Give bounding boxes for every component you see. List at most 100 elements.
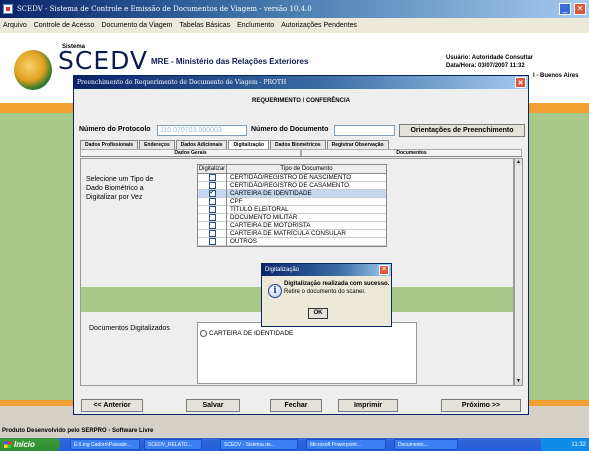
menu-enclumento[interactable]: Enclumento bbox=[237, 22, 274, 29]
user-line: Usuário: Autoridade Consultar bbox=[446, 55, 534, 61]
digitalized-list: CARTEIRA DE IDENTIDADE bbox=[197, 322, 417, 384]
document-row[interactable]: OUTROS bbox=[198, 237, 386, 246]
navigation-bar: << Anterior Salvar Fechar Imprimir Próxi… bbox=[81, 399, 523, 412]
app-icon bbox=[3, 4, 13, 14]
globe-logo-icon bbox=[14, 50, 52, 90]
task-item-relatorio[interactable]: SCEDV_RELATO... bbox=[144, 439, 202, 450]
taskbar: Início E:\Ling Cadorn\Passabr... SCEDV_R… bbox=[0, 438, 589, 451]
digitalized-label: Documentos Digitalizados bbox=[89, 325, 170, 332]
checkbox-cell: ✔ bbox=[198, 189, 227, 198]
protocol-field[interactable]: 110.070703.000003 bbox=[157, 125, 247, 136]
select-instruction: Selecione um Tipo de Dado Biométrico a D… bbox=[86, 176, 154, 201]
menu-autorizacoes[interactable]: Autorizações Pendentes bbox=[281, 22, 357, 29]
start-button[interactable]: Início bbox=[0, 438, 60, 451]
tab-enderecos[interactable]: Endereços bbox=[139, 140, 175, 149]
tab-bar: Dados Profissionais Endereços Dados Adic… bbox=[80, 140, 390, 149]
close-button[interactable]: ✕ bbox=[574, 3, 586, 15]
document-checkbox[interactable] bbox=[208, 214, 216, 221]
org-title: MRE - Ministério das Relações Exteriores bbox=[151, 57, 309, 66]
menu-controle-acesso[interactable]: Controle de Acesso bbox=[34, 22, 95, 29]
start-label: Início bbox=[14, 440, 35, 449]
tab-registrar-observacao[interactable]: Registrar Observação bbox=[326, 140, 389, 149]
subtab-dados-gerais[interactable]: Dados Gerais bbox=[80, 149, 301, 156]
document-type-name: CERTIDÃO/REGISTRO DE CASAMENTO bbox=[230, 182, 350, 189]
document-type-name: CPF bbox=[230, 198, 243, 205]
inner-close-button[interactable]: ✕ bbox=[515, 77, 526, 88]
document-checkbox[interactable] bbox=[208, 198, 216, 205]
document-type-name: DOCUMENTO MILITAR bbox=[230, 214, 298, 221]
task-item-documento[interactable]: Documento... bbox=[394, 439, 458, 450]
document-label: Número do Documento bbox=[251, 126, 329, 133]
requerimento-window: Preenchimento do Requerimento de Documen… bbox=[73, 75, 529, 415]
document-checkbox[interactable] bbox=[208, 230, 216, 237]
subtab-documentos[interactable]: Documentos bbox=[301, 149, 522, 156]
checkbox-cell bbox=[198, 205, 227, 214]
digitalization-dialog: Digitalização ✕ i Digitalização realizad… bbox=[261, 263, 392, 327]
tab-dados-profissionais[interactable]: Dados Profissionais bbox=[80, 140, 139, 149]
minimize-button[interactable]: _ bbox=[559, 3, 571, 15]
scroll-down-icon[interactable]: ▼ bbox=[515, 378, 522, 385]
subtab-bar: Dados Gerais Documentos bbox=[80, 149, 522, 157]
scroll-up-icon[interactable]: ▲ bbox=[515, 159, 522, 166]
system-tray: 11:32 bbox=[541, 438, 589, 451]
date-line: Data/Hora: 03/07/2007 11:32 bbox=[446, 63, 525, 69]
document-type-name: CARTEIRA DE MOTORISTA bbox=[230, 222, 311, 229]
inner-titlebar: Preenchimento do Requerimento de Documen… bbox=[74, 76, 528, 89]
document-type-name: CERTIDÃO/REGISTRO DE NASCIMENTO bbox=[230, 174, 352, 181]
menu-documento-viagem[interactable]: Documento da Viagem bbox=[101, 22, 172, 29]
location-text: l - Buenos Aires bbox=[533, 73, 579, 79]
task-item-powerpoint[interactable]: Microsoft Powerpoint... bbox=[306, 439, 386, 450]
document-checkbox[interactable] bbox=[208, 206, 216, 213]
checkbox-cell bbox=[198, 173, 227, 182]
footer-text: Produto Desenvolvido pelo SERPRO - Softw… bbox=[2, 428, 154, 434]
dialog-title: Digitalização bbox=[265, 267, 300, 273]
digitalized-item-label: CARTEIRA DE IDENTIDADE bbox=[209, 330, 294, 337]
page-title: REQUERIMENTO / CONFERÊNCIA bbox=[252, 98, 350, 104]
document-type-name: CARTEIRA DE IDENTIDADE bbox=[230, 190, 312, 197]
ok-button[interactable]: OK bbox=[308, 308, 328, 319]
tab-digitalizacao[interactable]: Digitalização bbox=[228, 140, 270, 149]
dialog-titlebar: Digitalização ✕ bbox=[262, 264, 391, 276]
menu-tabelas-basicas[interactable]: Tabelas Básicas bbox=[180, 22, 231, 29]
protocol-row: Número do Protocolo 110.070703.000003 Nú… bbox=[79, 124, 525, 137]
checkbox-cell bbox=[198, 213, 227, 222]
digitalized-item[interactable]: CARTEIRA DE IDENTIDADE bbox=[200, 330, 293, 337]
checkbox-cell bbox=[198, 221, 227, 230]
dialog-message: Digitalização realizada com sucesso. bbox=[284, 281, 390, 287]
document-type-table: Digitalizar Tipo de Documento CERTIDÃO/R… bbox=[197, 164, 387, 247]
user-info: Usuário: Autoridade Consultar Data/Hora:… bbox=[446, 54, 533, 70]
document-field[interactable] bbox=[334, 125, 395, 136]
document-type-name: TÍTULO ELEITORAL bbox=[230, 206, 289, 213]
header-digitalizar: Digitalizar bbox=[198, 165, 227, 173]
dialog-close-button[interactable]: ✕ bbox=[379, 265, 389, 275]
vertical-scrollbar[interactable]: ▲ ▼ bbox=[514, 158, 523, 386]
save-button[interactable]: Salvar bbox=[186, 399, 240, 412]
header-tipo: Tipo de Documento bbox=[280, 166, 333, 172]
protocol-label: Número do Protocolo bbox=[79, 126, 151, 133]
task-item-explorer[interactable]: E:\Ling Cadorn\Passabr... bbox=[70, 439, 140, 450]
document-rows: CERTIDÃO/REGISTRO DE NASCIMENTO CERTIDÃO/… bbox=[198, 173, 386, 246]
document-checkbox[interactable] bbox=[208, 182, 216, 189]
document-checkbox[interactable] bbox=[208, 222, 216, 229]
tab-dados-biometricos[interactable]: Dados Biométricos bbox=[270, 140, 326, 149]
task-item-scedv[interactable]: SCEDV - Sistema de... bbox=[220, 439, 298, 450]
document-checkbox[interactable] bbox=[208, 238, 216, 245]
app-titlebar: SCEDV - Sistema de Controle e Emissão de… bbox=[0, 0, 589, 18]
logo-scedv: SCEDV bbox=[58, 46, 149, 75]
radio-button[interactable] bbox=[200, 330, 207, 337]
document-type-name: CARTEIRA DE MATRÍCULA CONSULAR bbox=[230, 230, 346, 237]
orientation-button[interactable]: Orientações de Preenchimento bbox=[399, 124, 525, 137]
previous-button[interactable]: << Anterior bbox=[81, 399, 143, 412]
next-button[interactable]: Próximo >> bbox=[441, 399, 521, 412]
close-form-button[interactable]: Fechar bbox=[270, 399, 322, 412]
windows-flag-icon bbox=[4, 441, 11, 448]
checkbox-cell bbox=[198, 181, 227, 190]
print-button[interactable]: Imprimir bbox=[338, 399, 398, 412]
document-checkbox[interactable] bbox=[208, 174, 216, 181]
menu-arquivo[interactable]: Arquivo bbox=[3, 22, 27, 29]
tab-dados-adicionais[interactable]: Dados Adicionais bbox=[175, 140, 228, 149]
app-title: SCEDV - Sistema de Controle e Emissão de… bbox=[17, 5, 312, 13]
document-checkbox[interactable]: ✔ bbox=[208, 190, 216, 197]
menu-bar: Arquivo Controle de Acesso Documento da … bbox=[0, 18, 589, 33]
document-type-name: OUTROS bbox=[230, 238, 257, 245]
